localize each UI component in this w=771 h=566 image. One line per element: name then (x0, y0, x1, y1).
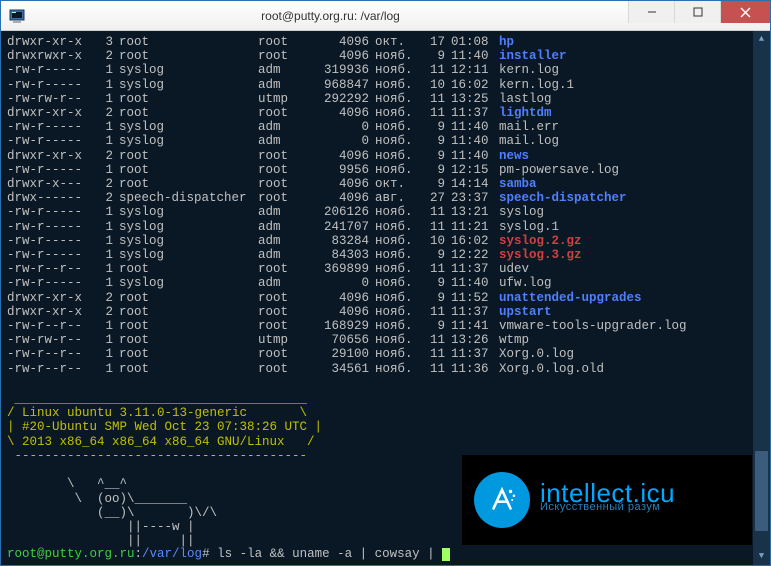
list-item: drwxr-xr-x3rootroot4096окт.1701:08hp (7, 35, 764, 49)
list-item: -rw-r--r--1rootroot34561нояб.1111:36Xorg… (7, 362, 764, 376)
motd-line2: | #20-Ubuntu SMP Wed Oct 23 07:38:26 UTC… (7, 420, 322, 434)
file-name: hp (493, 35, 514, 49)
minimize-button[interactable] (628, 1, 674, 23)
list-item: -rw-r-----1syslogadm206126нояб.1113:21sy… (7, 205, 764, 219)
list-item: drwxr-xr-x2rootroot4096нояб.1111:37light… (7, 106, 764, 120)
list-item: drwxrwxr-x2rootroot4096нояб.911:40instal… (7, 49, 764, 63)
list-item: -rw-r-----1syslogadm0нояб.911:40mail.err (7, 120, 764, 134)
terminal[interactable]: drwxr-xr-x3rootroot4096окт.1701:08hpdrwx… (1, 31, 770, 565)
motd-border-bot: --------------------------------------- (7, 449, 307, 463)
uname-box: _______________________________________ … (7, 378, 764, 463)
file-name: samba (493, 177, 537, 191)
file-name: Xorg.0.log (493, 347, 574, 361)
file-name: wtmp (493, 333, 529, 347)
list-item: -rw-r--r--1rootroot369899нояб.1111:37ude… (7, 262, 764, 276)
list-item: -rw-r--r--1rootroot29100нояб.1111:37Xorg… (7, 347, 764, 361)
file-name: ufw.log (493, 276, 552, 290)
maximize-button[interactable] (674, 1, 720, 23)
list-item: -rw-r-----1syslogadm241707нояб.1111:21sy… (7, 220, 764, 234)
file-name: kern.log (493, 63, 559, 77)
putty-icon (9, 8, 25, 24)
scroll-down-icon[interactable]: ▼ (753, 548, 770, 565)
motd-line3: \ 2013 x86_64 x86_64 x86_64 GNU/Linux / (7, 435, 315, 449)
watermark-logo-icon (474, 472, 530, 528)
file-name: installer (493, 49, 567, 63)
motd-border-top: _______________________________________ (7, 392, 307, 406)
scroll-up-icon[interactable]: ▲ (753, 31, 770, 48)
prompt-path: /var/log (142, 547, 202, 561)
file-name: syslog.2.gz (493, 234, 582, 248)
list-item: drwx------2speech-dispatcherroot4096авг.… (7, 191, 764, 205)
file-name: news (493, 149, 529, 163)
list-item: -rw-r-----1syslogadm84303нояб.912:22sysl… (7, 248, 764, 262)
file-name: pm-powersave.log (493, 163, 619, 177)
file-name: mail.log (493, 134, 559, 148)
list-item: -rw-r-----1rootroot9956нояб.912:15pm-pow… (7, 163, 764, 177)
close-button[interactable] (720, 1, 770, 23)
list-item: -rw-r-----1syslogadm319936нояб.1112:11ke… (7, 63, 764, 77)
file-name: vmware-tools-upgrader.log (493, 319, 687, 333)
file-name: Xorg.0.log.old (493, 362, 604, 376)
prompt-user: root@putty.org.ru (7, 547, 135, 561)
file-listing: drwxr-xr-x3rootroot4096окт.1701:08hpdrwx… (7, 35, 764, 376)
file-name: unattended-upgrades (493, 291, 642, 305)
list-item: drwxr-xr-x2rootroot4096нояб.911:40news (7, 149, 764, 163)
list-item: -rw-rw-r--1rootutmp70656нояб.1113:26wtmp (7, 333, 764, 347)
watermark-title: intellect.icu (540, 486, 675, 500)
file-name: lightdm (493, 106, 552, 120)
list-item: -rw-r-----1syslogadm0нояб.911:40ufw.log (7, 276, 764, 290)
scrollbar[interactable]: ▲ ▼ (753, 31, 770, 565)
list-item: -rw-r--r--1rootroot168929нояб.911:41vmwa… (7, 319, 764, 333)
watermark: intellect.icu Искусственный разум (462, 455, 752, 545)
list-item: -rw-r-----1syslogadm968847нояб.1016:02ke… (7, 78, 764, 92)
file-name: lastlog (493, 92, 552, 106)
motd-line1: / Linux ubuntu 3.11.0-13-generic \ (7, 406, 307, 420)
list-item: drwxr-x---2rootroot4096окт.914:14samba (7, 177, 764, 191)
list-item: -rw-r-----1syslogadm0нояб.911:40mail.log (7, 134, 764, 148)
scroll-thumb[interactable] (755, 451, 768, 531)
file-name: syslog.3.gz (493, 248, 582, 262)
window-buttons (628, 1, 770, 23)
window-title: root@putty.org.ru: /var/log (31, 9, 630, 23)
list-item: drwxr-xr-x2rootroot4096нояб.911:52unatte… (7, 291, 764, 305)
file-name: upstart (493, 305, 552, 319)
list-item: drwxr-xr-x2rootroot4096нояб.1111:37upsta… (7, 305, 764, 319)
cursor (442, 548, 450, 561)
file-name: kern.log.1 (493, 78, 574, 92)
list-item: -rw-rw-r--1rootutmp292292нояб.1113:25las… (7, 92, 764, 106)
file-name: syslog.1 (493, 220, 559, 234)
list-item: -rw-r-----1syslogadm83284нояб.1016:02sys… (7, 234, 764, 248)
file-name: mail.err (493, 120, 559, 134)
watermark-subtitle: Искусственный разум (540, 500, 675, 514)
file-name: udev (493, 262, 529, 276)
file-name: syslog (493, 205, 544, 219)
titlebar[interactable]: root@putty.org.ru: /var/log (1, 1, 770, 31)
file-name: speech-dispatcher (493, 191, 627, 205)
prompt-command: ls -la && uname -a | cowsay | (217, 547, 435, 561)
prompt[interactable]: root@putty.org.ru:/var/log# ls -la && un… (7, 547, 450, 561)
app-window: root@putty.org.ru: /var/log drwxr-xr-x3r… (0, 0, 771, 566)
